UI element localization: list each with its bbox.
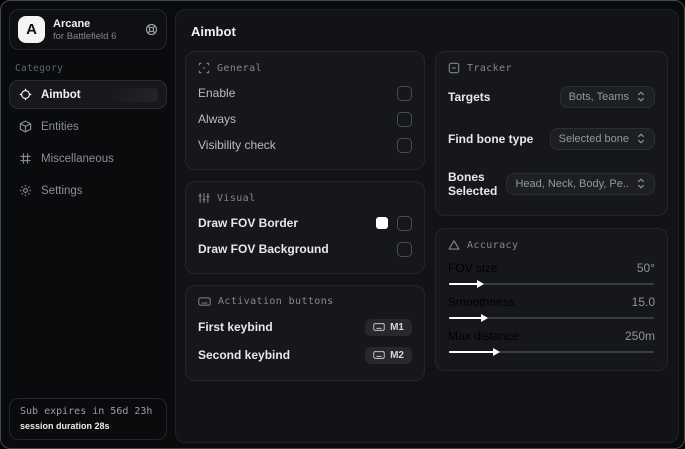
max-distance-slider[interactable] xyxy=(449,347,654,356)
visual-card: Visual Draw FOV Border Draw FOV Backgrou… xyxy=(185,181,425,274)
cube-icon xyxy=(19,120,32,133)
sidebar: A Arcane for Battlefield 6 Category Aimb xyxy=(1,1,175,448)
smoothness-slider[interactable] xyxy=(449,313,654,322)
bones-selected-dropdown[interactable]: Head, Neck, Body, Pe.. xyxy=(506,172,655,195)
setting-label: Draw FOV Border xyxy=(198,216,299,230)
setting-row-enable: Enable xyxy=(198,80,412,106)
fov-border-color-swatch[interactable] xyxy=(376,217,388,229)
setting-label: Smoothness xyxy=(448,295,515,309)
chevron-up-down-icon xyxy=(636,178,646,189)
targets-dropdown[interactable]: Bots, Teams xyxy=(559,85,655,108)
draw-fov-border-checkbox[interactable] xyxy=(397,215,412,231)
keyboard-icon xyxy=(373,350,385,360)
fov-size-slider-group: FOV size 50° xyxy=(448,261,655,288)
card-title: Tracker xyxy=(467,62,512,74)
box-dash-icon xyxy=(448,62,460,74)
triangle-icon xyxy=(448,239,460,251)
first-keybind-button[interactable]: M1 xyxy=(365,318,412,336)
sidebar-item-entities[interactable]: Entities xyxy=(9,112,167,141)
max-distance-slider-group: Max distance 250m xyxy=(448,329,655,356)
setting-row-always: Always xyxy=(198,106,412,132)
card-title: Visual xyxy=(217,192,256,204)
session-duration-text: session duration 28s xyxy=(20,421,110,431)
setting-label: FOV size xyxy=(448,261,498,275)
setting-row-draw-fov-border: Draw FOV Border xyxy=(198,210,412,236)
slider-fill[interactable] xyxy=(449,347,501,356)
keyboard-icon xyxy=(198,296,211,307)
tracker-card: Tracker Targets Bots, Teams Find bone ty… xyxy=(435,51,668,216)
accuracy-card: Accuracy FOV size 50° Smoothness 15.0 Ma… xyxy=(435,228,668,371)
setting-label: Second keybind xyxy=(198,348,291,362)
dropdown-value: Bots, Teams xyxy=(568,90,629,103)
setting-row-find-bone-type: Find bone type Selected bone xyxy=(448,122,655,155)
general-card: General Enable Always Visibility check xyxy=(185,51,425,170)
card-title: General xyxy=(217,62,262,74)
keybind-value: M2 xyxy=(390,349,404,361)
grid-icon xyxy=(19,152,32,165)
sidebar-item-label: Miscellaneous xyxy=(41,152,114,165)
slider-fill[interactable] xyxy=(449,279,484,288)
slider-fill[interactable] xyxy=(449,313,488,322)
app-window: A Arcane for Battlefield 6 Category Aimb xyxy=(0,0,685,449)
fov-size-slider[interactable] xyxy=(449,279,654,288)
always-checkbox[interactable] xyxy=(397,111,412,127)
dropdown-value: Head, Neck, Body, Pe.. xyxy=(515,177,629,190)
slider-value: 15.0 xyxy=(631,295,655,309)
dropdown-value: Selected bone xyxy=(558,132,629,145)
crosshair-icon xyxy=(19,88,32,101)
setting-label: First keybind xyxy=(198,320,273,334)
draw-fov-background-checkbox[interactable] xyxy=(397,241,412,257)
setting-row-draw-fov-background: Draw FOV Background xyxy=(198,236,412,262)
sidebar-item-label: Entities xyxy=(41,120,79,133)
sidebar-item-label: Aimbot xyxy=(41,88,81,101)
setting-row-visibility-check: Visibility check xyxy=(198,132,412,158)
setting-row-targets: Targets Bots, Teams xyxy=(448,80,655,113)
sidebar-item-miscellaneous[interactable]: Miscellaneous xyxy=(9,144,167,173)
setting-label: Find bone type xyxy=(448,131,534,146)
sidebar-item-aimbot[interactable]: Aimbot xyxy=(9,80,167,109)
activation-buttons-card: Activation buttons First keybind M1 Seco… xyxy=(185,285,425,381)
chevron-up-down-icon xyxy=(636,133,646,144)
setting-label: Always xyxy=(198,112,237,126)
chevron-up-down-icon xyxy=(636,91,646,102)
sliders-icon xyxy=(198,192,210,204)
setting-label: Max distance xyxy=(448,329,519,343)
visibility-check-checkbox[interactable] xyxy=(397,137,412,153)
card-title: Activation buttons xyxy=(218,296,334,307)
enable-checkbox[interactable] xyxy=(397,85,412,101)
subscription-info: Sub expires in 56d 23h session duration … xyxy=(9,398,167,440)
main-panel: Aimbot General Enable Always Visibility … xyxy=(175,9,679,443)
app-subtitle: for Battlefield 6 xyxy=(53,30,117,42)
setting-row-bones-selected: Bones Selected Head, Neck, Body, Pe.. xyxy=(448,164,655,203)
gear-icon xyxy=(19,184,32,197)
setting-row-first-keybind: First keybind M1 xyxy=(198,313,412,341)
app-logo: A xyxy=(18,16,45,43)
page-title: Aimbot xyxy=(191,24,236,39)
slider-value: 50° xyxy=(636,261,655,275)
slider-value: 250m xyxy=(624,329,655,343)
smoothness-slider-group: Smoothness 15.0 xyxy=(448,295,655,322)
second-keybind-button[interactable]: M2 xyxy=(365,346,412,364)
app-name: Arcane xyxy=(53,17,91,30)
setting-label: Enable xyxy=(198,86,236,100)
setting-label: Draw FOV Background xyxy=(198,242,329,256)
sidebar-item-settings[interactable]: Settings xyxy=(9,176,167,205)
find-bone-type-dropdown[interactable]: Selected bone xyxy=(549,127,655,150)
sub-expiry-text: Sub expires in 56d 23h xyxy=(20,406,153,417)
setting-label: Targets xyxy=(448,89,491,104)
setting-row-second-keybind: Second keybind M2 xyxy=(198,341,412,369)
lifebuoy-icon[interactable] xyxy=(145,23,158,36)
scan-icon xyxy=(198,62,210,74)
app-header: A Arcane for Battlefield 6 xyxy=(9,9,167,50)
card-title: Accuracy xyxy=(467,239,519,251)
category-label: Category xyxy=(15,63,64,74)
keybind-value: M1 xyxy=(390,321,404,333)
setting-label: Bones Selected xyxy=(448,169,498,198)
sidebar-item-label: Settings xyxy=(41,184,83,197)
setting-label: Visibility check xyxy=(198,138,276,152)
keyboard-icon xyxy=(373,322,385,332)
